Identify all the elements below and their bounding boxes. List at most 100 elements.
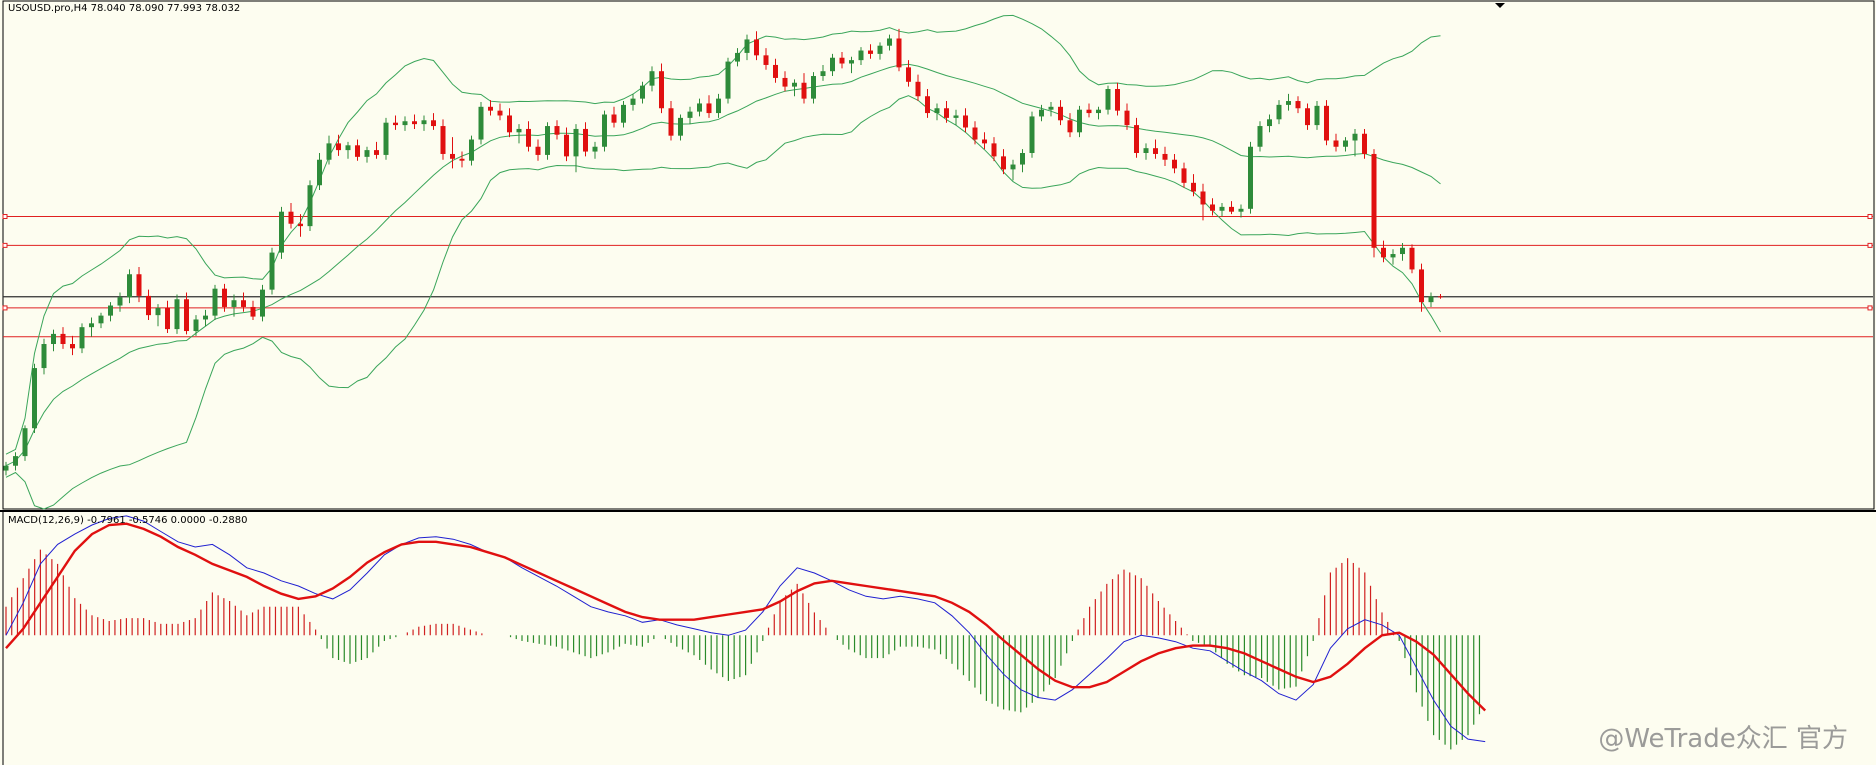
candle-bear xyxy=(431,120,436,127)
candle-bear xyxy=(1371,153,1377,248)
candle-bear xyxy=(526,128,531,147)
candle-bull xyxy=(383,122,389,155)
level-handle-left xyxy=(2,305,8,311)
candle-bear xyxy=(1295,101,1301,109)
candle-bull xyxy=(32,368,37,429)
candle-bear xyxy=(972,127,978,140)
candle-bull xyxy=(953,115,959,118)
candle-bull xyxy=(108,305,113,316)
candle-bull xyxy=(155,307,161,316)
candle-bull xyxy=(678,117,683,136)
candle-bear xyxy=(1210,204,1215,211)
candle-bull xyxy=(203,315,208,320)
candle-bull xyxy=(1286,101,1291,105)
candle-bull xyxy=(1343,140,1348,147)
candle-bear xyxy=(1324,105,1329,141)
chart-canvas[interactable] xyxy=(0,0,1876,765)
candle-bear xyxy=(906,67,911,82)
candle-bull xyxy=(1010,164,1016,170)
candle-bull xyxy=(307,185,313,227)
candle-bear xyxy=(1200,191,1206,205)
candle-bull xyxy=(621,104,626,123)
bollinger-lower xyxy=(5,95,1441,510)
chart-shift-marker xyxy=(1495,3,1505,8)
candle-bear xyxy=(839,57,845,64)
candle-bear xyxy=(896,38,902,68)
candle-bear xyxy=(1115,89,1120,111)
candle-bull xyxy=(117,297,123,306)
candle-bear xyxy=(507,115,512,133)
candle-bull xyxy=(811,76,816,99)
candle-bull xyxy=(1219,206,1225,211)
candle-bear xyxy=(412,121,417,125)
candle-bear xyxy=(70,344,75,349)
candle-bear xyxy=(1058,106,1063,121)
candle-bull xyxy=(98,315,104,324)
candle-bear xyxy=(1333,140,1339,147)
candle-bear xyxy=(801,82,807,99)
candle-bull xyxy=(345,145,351,151)
candle-bull xyxy=(877,45,883,54)
candle-bull xyxy=(364,150,370,157)
candle-bull xyxy=(820,71,826,77)
candle-bull xyxy=(934,108,940,114)
watermark: @WeTrade众汇 官方 xyxy=(1598,724,1848,754)
candle-bear xyxy=(1409,247,1415,270)
candle-bear xyxy=(288,211,294,224)
candle-bull xyxy=(858,50,864,61)
candle-bull xyxy=(41,344,47,369)
candle-bear xyxy=(763,55,769,65)
candle-bear xyxy=(1438,296,1443,298)
candle-bear xyxy=(60,333,66,345)
candle-bear xyxy=(1124,110,1130,126)
chart-window: USOUSD.pro,H4 78.040 78.090 77.993 78.03… xyxy=(0,0,1876,765)
candle-bull xyxy=(573,128,579,157)
candle-bull xyxy=(1020,153,1025,165)
candle-bear xyxy=(1067,120,1073,133)
candle-bear xyxy=(1001,156,1006,170)
candle-bull xyxy=(1248,146,1253,209)
candle-bull xyxy=(89,323,94,328)
candle-bear xyxy=(583,128,588,152)
candle-bear xyxy=(754,39,759,56)
candle-bear xyxy=(1172,159,1177,169)
candle-bull xyxy=(830,57,835,72)
candle-bull xyxy=(326,143,332,160)
candle-bear xyxy=(136,274,142,296)
candle-bear xyxy=(374,150,379,155)
candle-bear xyxy=(982,139,987,144)
candle-bear xyxy=(1419,269,1424,303)
candle-bear xyxy=(668,108,674,136)
candle-bull xyxy=(1029,116,1035,153)
candle-bear xyxy=(298,223,303,227)
candle-bull xyxy=(630,98,636,105)
candle-bull xyxy=(1390,254,1396,258)
candle-bull xyxy=(602,114,607,147)
candle-bear xyxy=(459,158,465,161)
candle-bull xyxy=(1048,106,1054,110)
candle-bull xyxy=(22,428,28,457)
candle-bull xyxy=(421,120,427,125)
candle-bull xyxy=(478,106,484,140)
candle-bear xyxy=(659,71,664,109)
candle-bull xyxy=(849,60,854,64)
candle-bull xyxy=(469,139,474,161)
candle-bear xyxy=(554,126,560,135)
candle-bull xyxy=(3,465,9,471)
candle-bear xyxy=(222,288,227,307)
candle-bear xyxy=(1086,109,1092,114)
candle-bear xyxy=(1162,153,1168,160)
candle-bull xyxy=(887,38,892,46)
candle-bull xyxy=(1238,208,1244,212)
candle-bear xyxy=(1153,148,1158,154)
level-handle-right xyxy=(1867,214,1873,220)
candle-bull xyxy=(1096,109,1101,114)
candle-bull xyxy=(231,300,237,307)
candle-bear xyxy=(393,122,398,126)
candle-bull xyxy=(640,85,645,99)
candle-bull xyxy=(1276,104,1282,120)
candle-bear xyxy=(1305,108,1310,126)
candle-bear xyxy=(564,134,569,157)
candle-bull xyxy=(592,146,598,152)
level-handle-right xyxy=(1867,305,1873,311)
